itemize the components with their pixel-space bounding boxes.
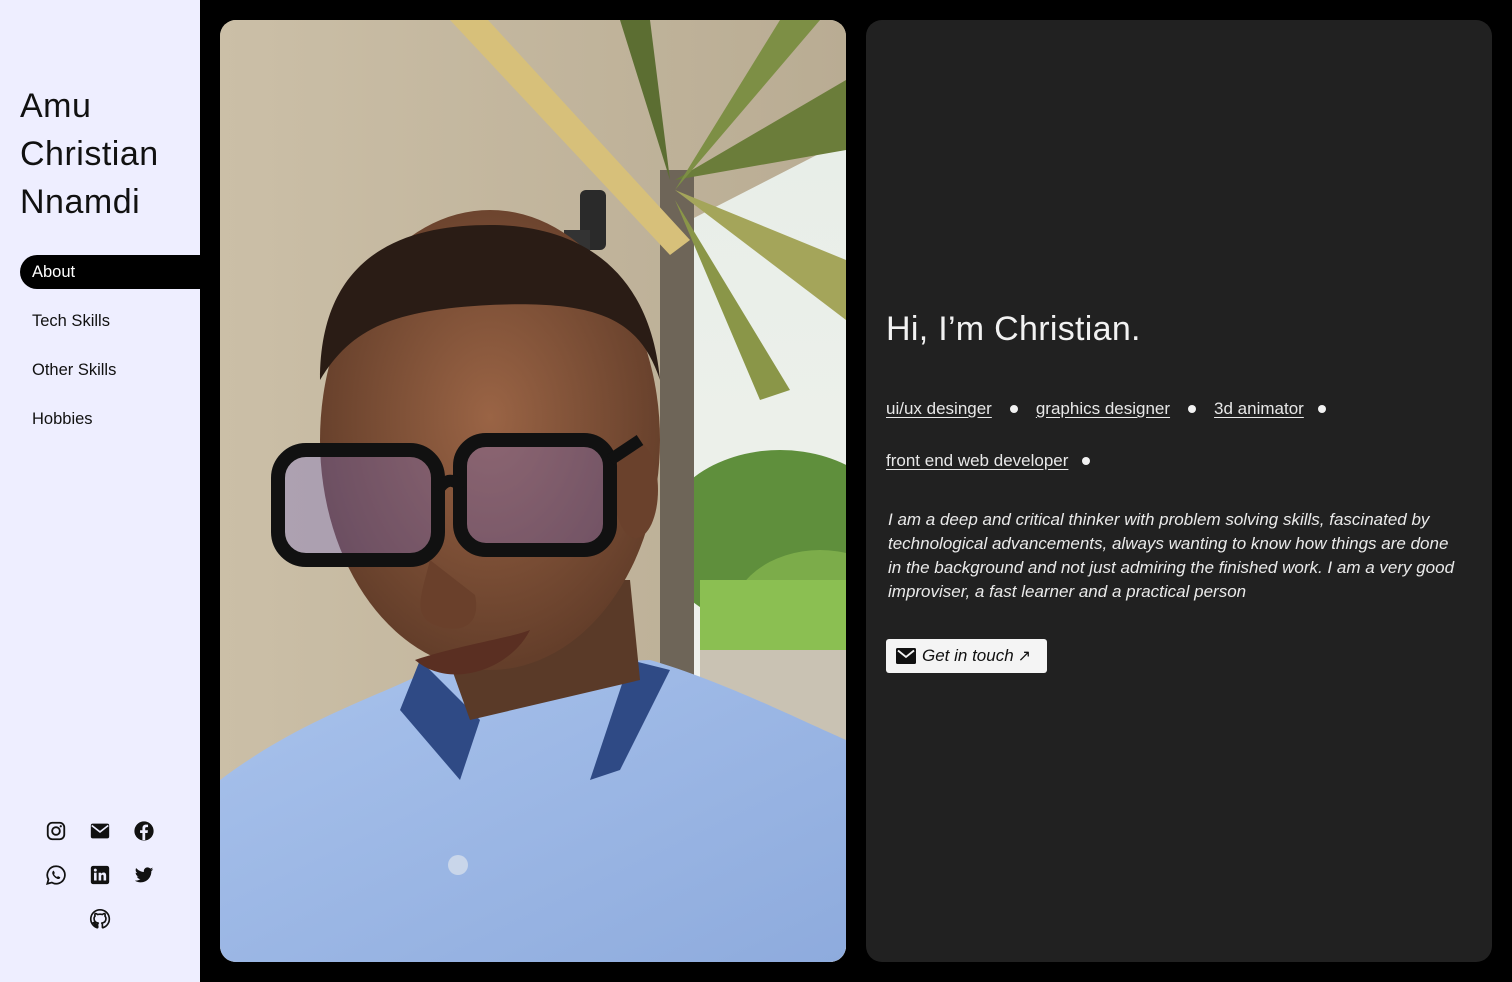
whatsapp-icon[interactable] [45,864,67,886]
nav-item-hobbies[interactable]: Hobbies [20,402,200,436]
owner-name-line-1: Amu [20,87,92,125]
portrait-photo [220,20,846,962]
instagram-icon[interactable] [45,820,67,842]
nav-item-other-skills[interactable]: Other Skills [20,353,200,387]
role-link[interactable]: 3d animator [1214,399,1304,419]
separator-dot [1188,405,1197,413]
github-icon[interactable] [89,908,111,930]
sidebar: Amu Christian Nnamdi About Tech Skills O… [0,0,200,982]
role-link[interactable]: front end web developer [886,451,1068,471]
twitter-icon[interactable] [133,864,155,886]
get-in-touch-label: Get in touch [922,646,1014,665]
get-in-touch-button[interactable]: Get in touch ↗ [886,639,1047,673]
arrow-up-right-icon: ↗ [1017,648,1032,665]
linkedin-icon[interactable] [89,864,111,886]
social-row [34,864,166,886]
bio-text: I am a deep and critical thinker with pr… [888,510,1455,601]
social-links [34,820,166,952]
social-row [34,820,166,842]
mail-icon[interactable] [89,820,111,842]
roles-row: ui/ux desinger graphics designer 3d anim… [886,396,1446,422]
profile-photo [220,20,846,962]
greeting-heading: Hi, I’m Christian. [886,310,1141,348]
separator-dot [1317,405,1326,413]
social-row [34,908,166,930]
owner-name-line-3: Nnamdi [20,183,141,221]
owner-name-line-2: Christian [20,135,159,173]
facebook-icon[interactable] [133,820,155,842]
separator-dot [1082,457,1091,465]
sidebar-nav: About Tech Skills Other Skills Hobbies [20,255,200,451]
separator-dot [1009,405,1018,413]
owner-name: Amu Christian Nnamdi [20,82,198,226]
nav-item-tech-skills[interactable]: Tech Skills [20,304,200,338]
roles-list: ui/ux desinger graphics designer 3d anim… [886,396,1446,500]
roles-row: front end web developer [886,448,1446,474]
role-link[interactable]: graphics designer [1036,399,1170,419]
intro-card: Hi, I’m Christian. ui/ux desinger graphi… [866,20,1492,962]
nav-item-about[interactable]: About [20,255,200,289]
role-link[interactable]: ui/ux desinger [886,399,992,419]
portfolio-page: Amu Christian Nnamdi About Tech Skills O… [0,0,1512,982]
mail-icon [896,648,916,664]
